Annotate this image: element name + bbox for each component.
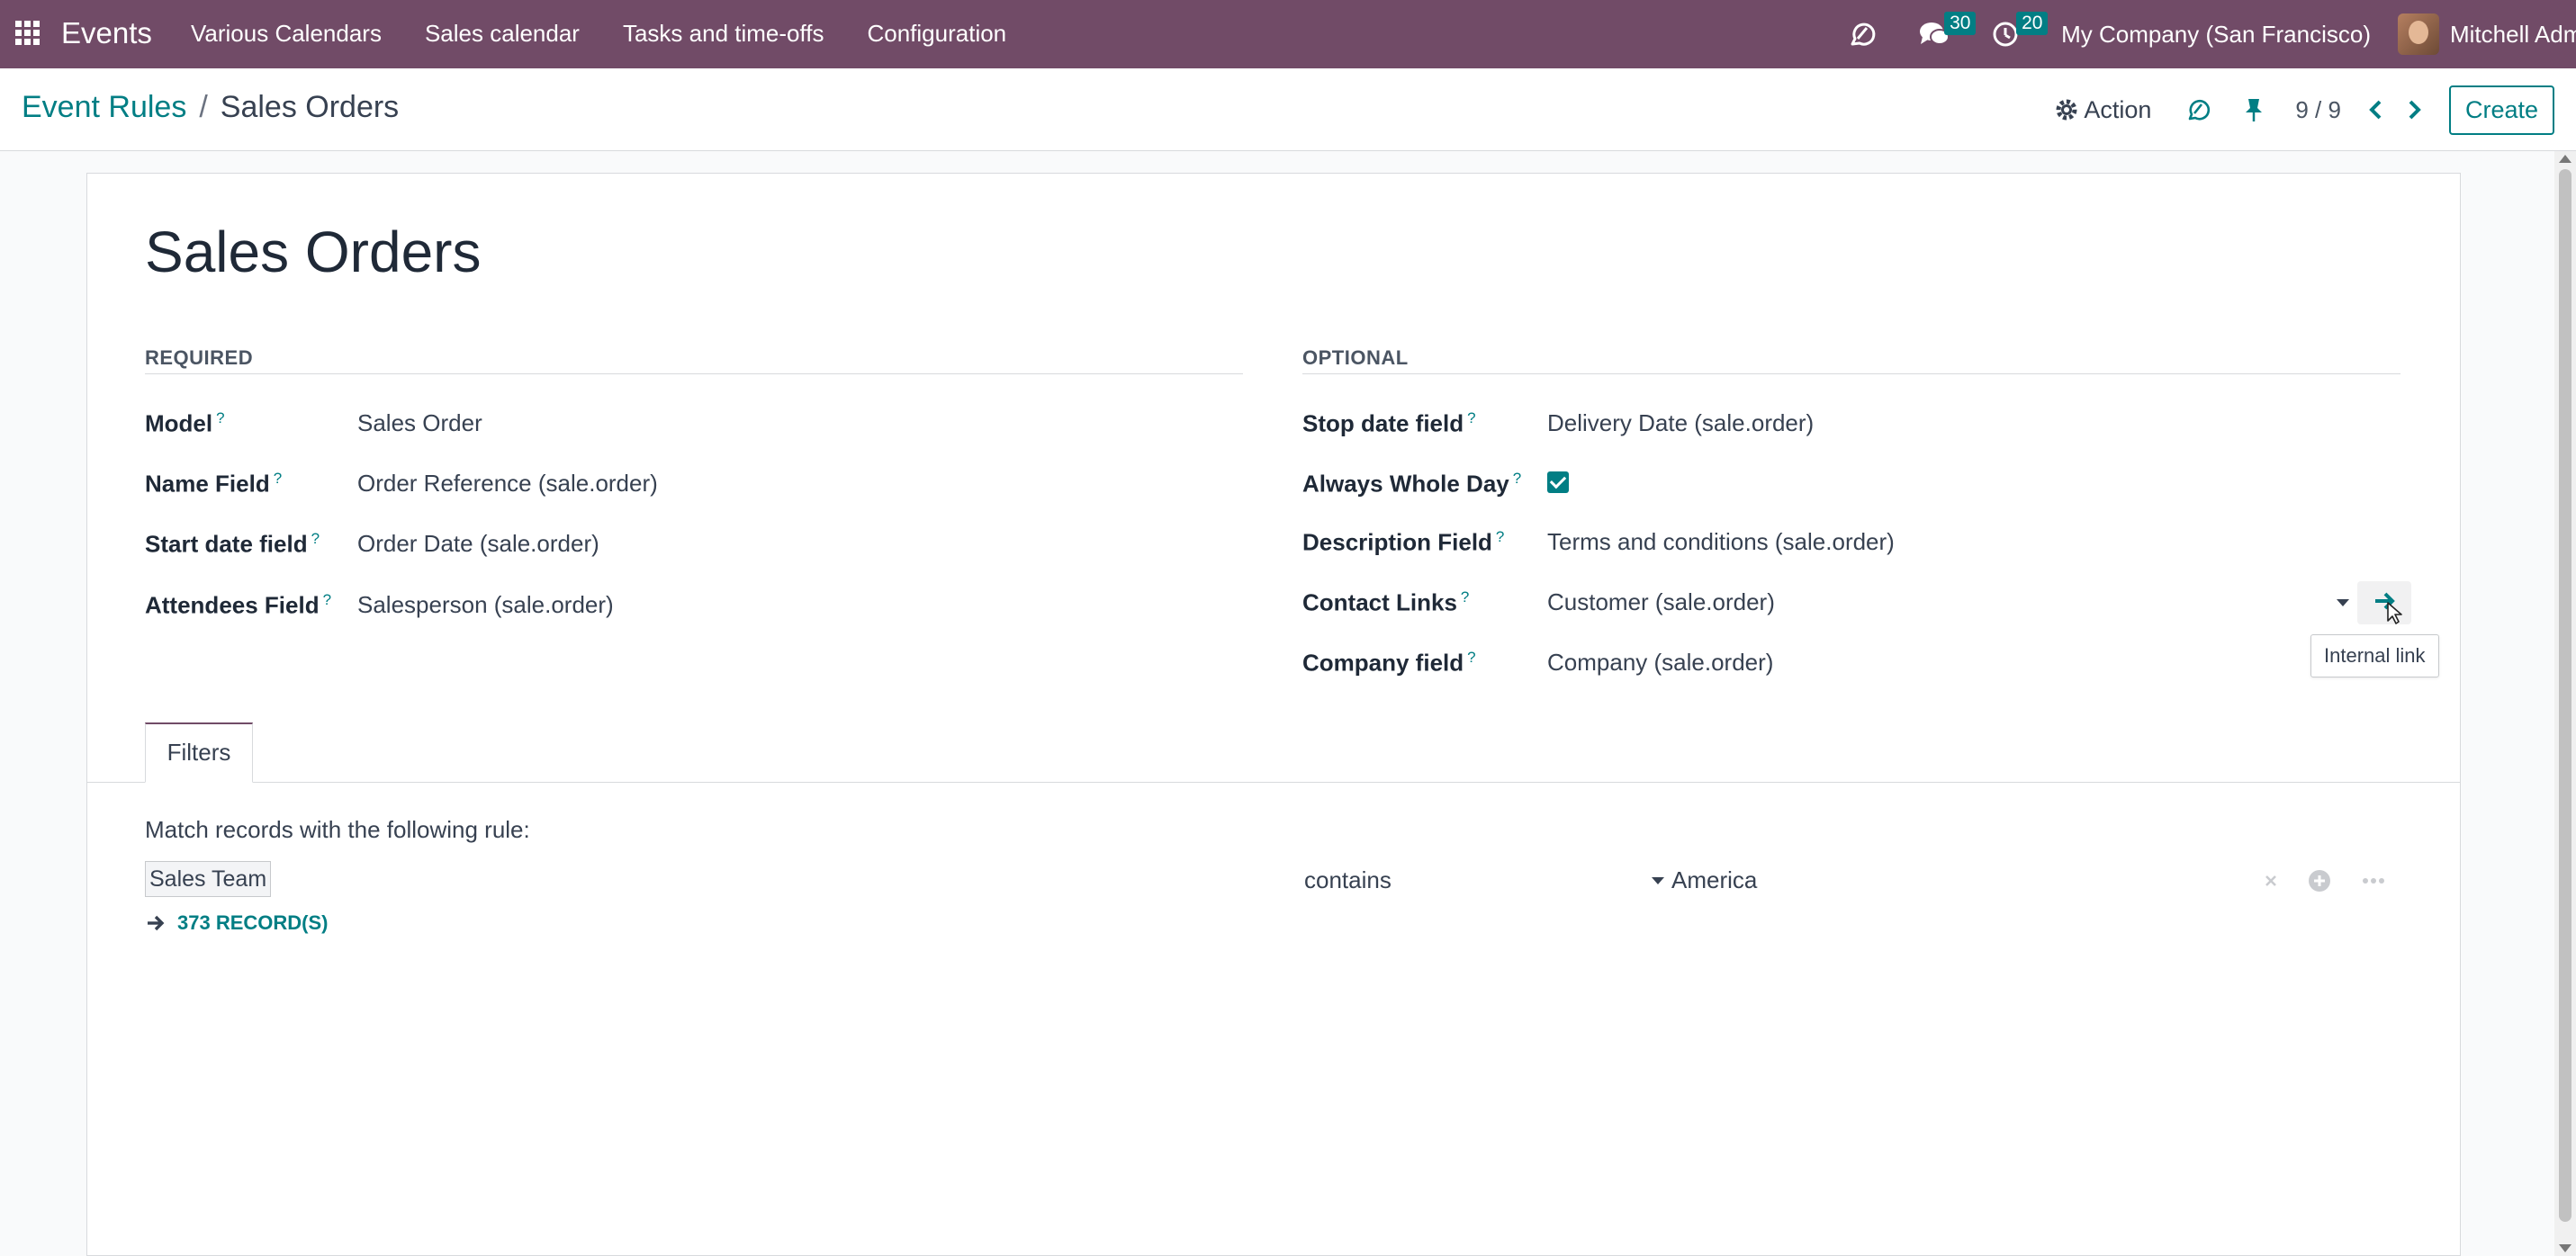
systray: 30 20 My Company (San Francisco) Mitchel… bbox=[1845, 0, 2576, 68]
scroll-thumb[interactable] bbox=[2559, 169, 2571, 1222]
attendees-label: Attendees Field? bbox=[145, 591, 332, 619]
voip-icon[interactable] bbox=[1845, 17, 1879, 51]
tabs-divider bbox=[87, 782, 2460, 783]
menu-various-calendars[interactable]: Various Calendars bbox=[191, 20, 382, 48]
optional-group-heading: OPTIONAL bbox=[1302, 346, 1409, 369]
pager-next-icon[interactable] bbox=[2402, 96, 2426, 123]
rule-field-selector[interactable]: Sales Team bbox=[145, 861, 272, 897]
rule-value-dropdown-icon[interactable] bbox=[1652, 877, 1664, 884]
optional-divider bbox=[1302, 373, 2400, 374]
form-sheet: Sales Orders REQUIRED Model? Sales Order… bbox=[86, 173, 2461, 1256]
company-field-label: Company field? bbox=[1302, 649, 1476, 677]
attendees-value[interactable]: Salesperson (sale.order) bbox=[357, 591, 614, 619]
always-whole-day-label: Always Whole Day? bbox=[1302, 470, 1522, 498]
internal-link-tooltip: Internal link bbox=[2310, 634, 2439, 677]
menu-configuration[interactable]: Configuration bbox=[867, 20, 1006, 48]
action-menu-button[interactable]: Action bbox=[2055, 96, 2151, 124]
menu-tasks-time-offs[interactable]: Tasks and time-offs bbox=[623, 20, 824, 48]
control-panel-actions: Action 9 / 9 Create bbox=[2055, 68, 2576, 151]
rule-value[interactable]: America bbox=[1671, 866, 1757, 894]
user-menu[interactable]: Mitchell Adm bbox=[2450, 21, 2576, 49]
voip-call-icon[interactable] bbox=[2184, 95, 2212, 124]
action-label: Action bbox=[2084, 95, 2152, 123]
model-label: Model? bbox=[145, 409, 225, 437]
model-value[interactable]: Sales Order bbox=[357, 409, 482, 437]
contact-links-label: Contact Links? bbox=[1302, 588, 1470, 616]
add-rule-icon[interactable] bbox=[2305, 866, 2334, 895]
scroll-up-icon[interactable] bbox=[2559, 155, 2571, 163]
rule-operator[interactable]: contains bbox=[1304, 866, 1392, 894]
pager-previous-icon[interactable] bbox=[2364, 96, 2388, 123]
messages-count-badge: 30 bbox=[1944, 12, 1977, 35]
records-count-link[interactable]: 373 RECORD(S) bbox=[145, 911, 328, 935]
name-field-label: Name Field? bbox=[145, 470, 283, 498]
create-button[interactable]: Create bbox=[2448, 85, 2554, 135]
name-field-value[interactable]: Order Reference (sale.order) bbox=[357, 470, 658, 498]
user-avatar[interactable] bbox=[2398, 13, 2439, 55]
more-options-icon[interactable] bbox=[2359, 866, 2388, 895]
delete-rule-icon[interactable] bbox=[2256, 866, 2285, 895]
tab-filters[interactable]: Filters bbox=[145, 722, 253, 783]
app-name[interactable]: Events bbox=[61, 16, 152, 50]
pager-value[interactable]: 9 / 9 bbox=[2295, 96, 2341, 124]
record-title[interactable]: Sales Orders bbox=[145, 219, 481, 285]
top-navbar: Events Various Calendars Sales calendar … bbox=[0, 0, 2576, 68]
gear-icon bbox=[2056, 99, 2077, 121]
breadcrumb: Event Rules / Sales Orders bbox=[22, 90, 399, 125]
company-field-value[interactable]: Company (sale.order) bbox=[1547, 649, 1773, 677]
scroll-down-icon[interactable] bbox=[2559, 1244, 2571, 1252]
start-date-value[interactable]: Order Date (sale.order) bbox=[357, 530, 599, 558]
description-label: Description Field? bbox=[1302, 528, 1505, 556]
contact-links-value[interactable]: Customer (sale.order) bbox=[1547, 588, 1775, 616]
breadcrumb-current: Sales Orders bbox=[220, 90, 400, 124]
apps-menu-icon[interactable] bbox=[14, 20, 40, 45]
activities-count-badge: 20 bbox=[2016, 12, 2049, 35]
breadcrumb-event-rules[interactable]: Event Rules bbox=[22, 90, 186, 125]
internal-link-arrow-icon bbox=[2375, 592, 2402, 624]
stop-date-value[interactable]: Delivery Date (sale.order) bbox=[1547, 409, 1814, 437]
required-group-heading: REQUIRED bbox=[145, 346, 254, 369]
filter-intro-text: Match records with the following rule: bbox=[145, 816, 530, 843]
activities-icon[interactable]: 20 bbox=[1989, 12, 2049, 51]
menu-sales-calendar[interactable]: Sales calendar bbox=[425, 20, 580, 48]
control-panel: Event Rules / Sales Orders Action 9 / 9 bbox=[0, 68, 2576, 151]
messages-icon[interactable]: 30 bbox=[1917, 12, 1977, 51]
required-divider bbox=[145, 373, 1243, 374]
description-value[interactable]: Terms and conditions (sale.order) bbox=[1547, 528, 1895, 556]
contact-links-dropdown-icon[interactable] bbox=[2337, 599, 2349, 606]
arrow-right-icon bbox=[148, 915, 165, 931]
stop-date-label: Stop date field? bbox=[1302, 409, 1476, 437]
field-row-contact-links: Contact Links? Customer (sale.order) bbox=[1302, 581, 2411, 624]
company-switcher[interactable]: My Company (San Francisco) bbox=[2061, 21, 2371, 49]
page-scrollbar[interactable] bbox=[2554, 151, 2576, 1256]
main-menu: Various Calendars Sales calendar Tasks a… bbox=[191, 20, 1049, 48]
start-date-label: Start date field? bbox=[145, 530, 320, 558]
records-count-label: 373 RECORD(S) bbox=[177, 911, 329, 934]
internal-link-button[interactable] bbox=[2357, 581, 2411, 624]
breadcrumb-separator: / bbox=[199, 90, 208, 124]
pin-icon[interactable] bbox=[2239, 95, 2268, 124]
always-whole-day-checkbox[interactable] bbox=[1547, 471, 1569, 493]
